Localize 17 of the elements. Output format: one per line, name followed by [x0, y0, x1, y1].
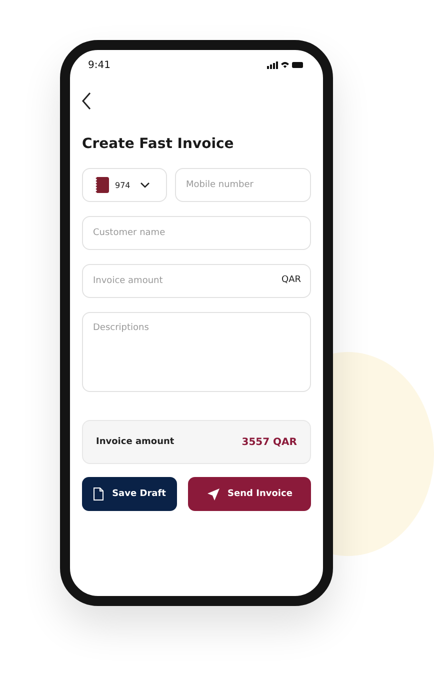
summary-value: 3557 QAR: [242, 436, 297, 448]
chevron-down-icon: [140, 182, 150, 188]
send-button[interactable]: Send Invoice: [188, 477, 311, 511]
send-icon: [206, 488, 220, 500]
draft-button[interactable]: Save Draft: [82, 477, 177, 511]
page-title: Create Fast Invoice: [82, 136, 235, 152]
flag-icon: [93, 177, 109, 193]
document-icon: [93, 487, 104, 501]
mobile-number-field[interactable]: Mobile number: [175, 168, 311, 202]
status-time: 9:41: [88, 60, 110, 70]
country-code-select[interactable]: 974: [82, 168, 167, 202]
customer-name-field[interactable]: Customer name: [82, 216, 311, 250]
summary-label: Invoice amount: [96, 437, 174, 447]
currency-label: QAR: [282, 275, 301, 285]
back-icon[interactable]: [82, 92, 92, 110]
status-icons: [265, 60, 305, 70]
description-field[interactable]: Descriptions: [82, 312, 311, 392]
